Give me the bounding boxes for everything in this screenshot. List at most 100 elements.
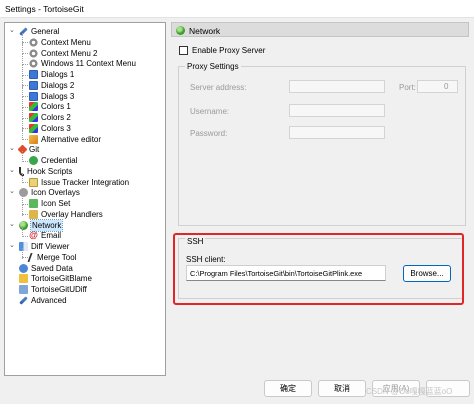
- tree-item[interactable]: Dialogs 3: [29, 91, 74, 102]
- tree-connector: [22, 129, 23, 141]
- port-label: Port:: [399, 83, 416, 92]
- enable-proxy-checkbox-row[interactable]: Enable Proxy Server: [179, 46, 265, 55]
- port-input[interactable]: [417, 80, 458, 93]
- watermark-text: CSDN @Oo嘎嘎蓝蓝oO: [366, 387, 453, 396]
- tree-item[interactable]: Merge Tool: [27, 252, 77, 263]
- editor-icon: [29, 134, 38, 144]
- gear-icon: [29, 48, 38, 58]
- password-input[interactable]: [289, 126, 385, 139]
- tree-item[interactable]: General: [19, 26, 59, 37]
- enable-proxy-label[interactable]: Enable Proxy Server: [192, 46, 265, 55]
- overlay-handlers-icon: [29, 209, 38, 219]
- tree-item-label: TortoiseGitBlame: [31, 274, 92, 284]
- tree-item-label: Windows 11 Context Menu: [41, 59, 137, 69]
- icon-set-icon: [29, 199, 38, 208]
- tree-item[interactable]: Credential: [29, 155, 77, 166]
- overlay-icon: [19, 188, 28, 198]
- tree-item-label: Context Menu 2: [41, 48, 98, 58]
- server-address-label: Server address:: [190, 83, 247, 92]
- tree-expander-icon[interactable]: ⌄: [9, 188, 16, 195]
- tree-item-label: Advanced: [31, 295, 67, 305]
- tree-item[interactable]: Network: [19, 218, 64, 232]
- ok-button[interactable]: 确定: [264, 380, 312, 397]
- credential-icon: [29, 156, 38, 165]
- tree-expander-icon[interactable]: ⌄: [9, 167, 16, 174]
- tree-item-label: Saved Data: [31, 263, 73, 273]
- enable-proxy-checkbox[interactable]: [179, 46, 188, 55]
- tree-item[interactable]: Colors 3: [29, 123, 71, 134]
- tree-item[interactable]: Dialogs 1: [29, 69, 74, 80]
- tree-item-label: Git: [29, 145, 40, 155]
- tree-expander-icon[interactable]: ⌄: [9, 27, 16, 34]
- window-icon: [29, 70, 38, 79]
- tree-item-label: Issue Tracker Integration: [41, 177, 130, 187]
- tree-connector: [22, 108, 23, 119]
- tree-item-label: Diff Viewer: [31, 242, 70, 251]
- tree-item-label: Colors 2: [41, 113, 71, 122]
- tree-connector: [22, 65, 23, 76]
- tree-item[interactable]: Windows 11 Context Menu: [29, 58, 136, 69]
- tree-item[interactable]: TortoiseGitBlame: [19, 273, 92, 284]
- tree-item[interactable]: Context Menu 2: [29, 48, 97, 59]
- tree-item[interactable]: Advanced: [19, 295, 67, 306]
- tree-connector: [22, 226, 23, 237]
- tree-item[interactable]: Diff Viewer: [19, 241, 69, 252]
- tree-item[interactable]: @ Email: [29, 230, 61, 241]
- cancel-button[interactable]: 取消: [318, 380, 366, 397]
- tree-item-label: Icon Set: [41, 199, 71, 208]
- window-icon: [29, 91, 38, 101]
- diff-icon: [19, 242, 28, 251]
- tree-item[interactable]: Icon Set: [29, 198, 70, 209]
- gear-icon: [29, 37, 38, 47]
- highlight-frame: [173, 233, 464, 305]
- tree-item-label: Hook Scripts: [27, 166, 73, 176]
- tree-connector: [22, 43, 23, 55]
- tree-item-label: Overlay Handlers: [41, 209, 103, 219]
- tree-item[interactable]: Hook Scripts: [19, 166, 72, 177]
- tree-expander-icon[interactable]: ⌄: [9, 145, 16, 152]
- username-label: Username:: [190, 107, 230, 116]
- network-icon: [176, 26, 185, 35]
- tree-item-label: Icon Overlays: [31, 188, 80, 198]
- tree-expander-icon[interactable]: ⌄: [9, 221, 16, 228]
- tree-connector: [22, 194, 23, 205]
- tree-connector: [22, 151, 23, 162]
- tree-item[interactable]: TortoiseGitUDiff: [19, 284, 87, 295]
- tree-item[interactable]: Icon Overlays: [19, 187, 80, 198]
- page-header: Network: [171, 22, 469, 37]
- server-address-input[interactable]: [289, 80, 385, 93]
- tree-item[interactable]: Colors 2: [29, 112, 71, 123]
- tree-connector: [22, 118, 23, 130]
- tree-item[interactable]: Context Menu: [29, 37, 91, 48]
- tree-item[interactable]: Alternative editor: [29, 134, 101, 145]
- tree-item[interactable]: Saved Data: [19, 263, 73, 274]
- tree-item-label: Dialogs 1: [41, 70, 75, 79]
- settings-tree[interactable]: ⌄ General Context Menu Context Menu 2 Window…: [4, 22, 166, 376]
- merge-icon: [27, 252, 36, 262]
- proxy-settings-title: Proxy Settings: [185, 62, 241, 71]
- udiff-icon: [19, 285, 28, 294]
- wrench-icon: [19, 27, 28, 36]
- tree-item[interactable]: Issue Tracker Integration: [29, 177, 129, 188]
- email-icon: @: [29, 230, 38, 241]
- tree-connector: [22, 75, 23, 87]
- colors-icon: [29, 102, 38, 112]
- tree-item-label: Alternative editor: [41, 134, 102, 144]
- tree-connector: [22, 172, 23, 184]
- network-icon: [19, 220, 28, 230]
- issue-tracker-icon: [29, 177, 38, 187]
- username-input[interactable]: [289, 104, 385, 117]
- tree-connector: [22, 54, 23, 65]
- tree-connector: [22, 204, 23, 216]
- tree-expander-icon[interactable]: ⌄: [9, 242, 16, 249]
- tree-item[interactable]: Overlay Handlers: [29, 209, 103, 220]
- gear-icon: [29, 59, 38, 69]
- tree-item[interactable]: Colors 1: [29, 101, 71, 112]
- password-label: Password:: [190, 129, 228, 138]
- tree-item[interactable]: Dialogs 2: [29, 80, 74, 91]
- colors-icon: [29, 113, 38, 122]
- wrench-icon: [19, 296, 28, 305]
- tree-item-label: Merge Tool: [37, 252, 77, 262]
- tree-connector: [22, 32, 23, 44]
- tree-item-label: Dialogs 2: [41, 80, 75, 90]
